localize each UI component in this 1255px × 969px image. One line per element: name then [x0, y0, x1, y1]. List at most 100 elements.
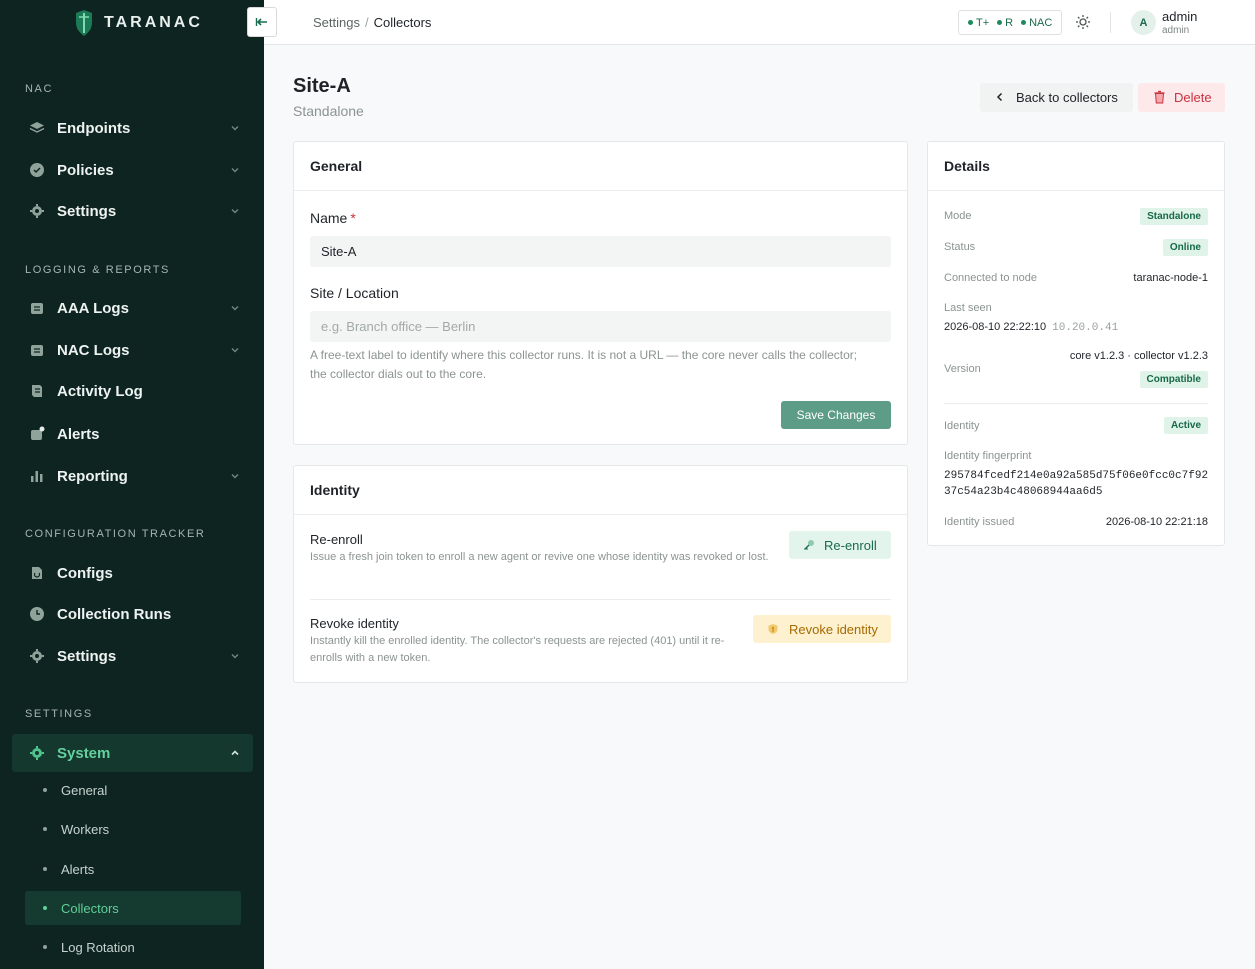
save-changes-button[interactable]: Save Changes	[781, 401, 891, 429]
sidebar-item-label: Policies	[57, 161, 114, 179]
site-field-label: Site / Location	[310, 285, 399, 301]
reenroll-title: Re-enroll	[310, 532, 363, 547]
sidebar-item-activity-log[interactable]: Activity Log	[12, 372, 253, 410]
node-value: taranac-node-1	[1133, 272, 1208, 284]
key-icon	[804, 540, 814, 550]
node-label: Connected to node	[944, 272, 1037, 284]
sidebar-item-configs[interactable]: Configs	[12, 554, 253, 592]
version-label: Version	[944, 363, 981, 375]
file-icon	[29, 565, 45, 581]
revoke-identity-button[interactable]: Revoke identity	[753, 615, 891, 643]
sidebar-item-alerts[interactable]: Alerts	[12, 415, 253, 453]
identity-badge: Active	[1163, 417, 1208, 434]
scroll-icon	[29, 383, 45, 399]
sidebar-item-collection-runs[interactable]: Collection Runs	[12, 595, 253, 633]
chevron-down-icon	[231, 306, 239, 311]
bar-chart-icon	[29, 468, 45, 484]
general-card: General Name* Site / Location A free-tex…	[293, 141, 908, 445]
breadcrumb-settings[interactable]: Settings	[313, 15, 360, 30]
topbar-divider	[1110, 12, 1111, 33]
sidebar-item-label: Settings	[57, 202, 117, 220]
status-nac: NAC	[1021, 17, 1052, 29]
delete-button[interactable]: Delete	[1138, 83, 1225, 112]
sidebar-item-label: Settings	[57, 647, 117, 665]
shield-logo-icon	[76, 10, 92, 36]
site-location-input[interactable]	[310, 311, 891, 342]
issued-label: Identity issued	[944, 516, 1015, 528]
name-input[interactable]	[310, 236, 891, 267]
clock-icon	[29, 606, 45, 622]
sidebar-subitem-collectors[interactable]: Collectors	[25, 891, 241, 925]
name-field-label: Name *	[310, 210, 356, 226]
gear-icon	[29, 203, 45, 219]
row-divider	[310, 599, 891, 600]
sidebar-item-system[interactable]: System	[12, 734, 253, 772]
details-card: Details Mode Standalone Status Online Co…	[927, 141, 1225, 546]
last-seen-label: Last seen	[944, 302, 992, 314]
status-tplus: T+	[968, 17, 989, 29]
sidebar-item-nac-logs[interactable]: NAC Logs	[12, 331, 253, 369]
fingerprint-line-1: 295784fcedf214e0a92a585d75f06e0fcc0c7f92	[944, 470, 1209, 482]
chevron-down-icon	[231, 654, 239, 659]
sidebar-item-policies[interactable]: Policies	[12, 151, 253, 189]
sidebar-item-reporting[interactable]: Reporting	[12, 457, 253, 495]
sidebar-subitem-log-rotation[interactable]: Log Rotation	[25, 930, 241, 964]
revoke-description: Instantly kill the enrolled identity. Th…	[310, 635, 725, 664]
version-value: core v1.2.3 · collector v1.2.3	[1069, 350, 1208, 362]
reenroll-description: Issue a fresh join token to enroll a new…	[310, 551, 769, 563]
fingerprint-label: Identity fingerprint	[944, 450, 1032, 462]
identity-card: Identity Re-enroll Issue a fresh join to…	[293, 465, 908, 683]
fingerprint-line-2: 37c54a23b4c48068944aa6d5	[944, 486, 1103, 498]
last-seen-value: 2026-08-10 22:22:10 10.20.0.41	[944, 321, 1119, 334]
revoke-button-label: Revoke identity	[789, 621, 878, 637]
status-label: Status	[944, 241, 976, 253]
topbar: Settings / Collectors T+ R NAC A admin adm…	[264, 0, 1255, 45]
section-label-config-tracker: CONFIGURATION TRACKER	[25, 528, 206, 540]
chevron-down-icon	[231, 209, 239, 214]
sidebar-item-nac-settings[interactable]: Settings	[12, 192, 253, 230]
mode-badge: Standalone	[1140, 208, 1208, 225]
back-to-collectors-button[interactable]: Back to collectors	[980, 83, 1133, 112]
reenroll-button[interactable]: Re-enroll	[789, 531, 891, 559]
breadcrumb-separator: /	[364, 15, 369, 30]
page-title: Site-A	[293, 75, 351, 97]
user-name[interactable]: admin	[1162, 9, 1197, 24]
last-seen-ip: 10.20.0.41	[1052, 322, 1119, 334]
sidebar-item-label: AAA Logs	[57, 299, 129, 317]
gear-icon	[29, 745, 45, 761]
sidebar-item-label: Reporting	[57, 467, 128, 485]
sidebar: TARANAC NAC Endpoints Policies Settings …	[0, 0, 264, 969]
details-divider	[944, 403, 1208, 404]
chevron-down-icon	[231, 348, 239, 353]
avatar[interactable]: A	[1131, 10, 1156, 35]
collapse-sidebar-button[interactable]	[247, 7, 277, 37]
sidebar-subitem-general[interactable]: General	[25, 773, 241, 807]
status-r: R	[997, 17, 1013, 29]
sidebar-item-label: Collection Runs	[57, 605, 172, 623]
site-help-text: A free-text label to identify where this…	[310, 348, 858, 381]
brand: TARANAC	[0, 0, 264, 46]
sidebar-item-config-settings[interactable]: Settings	[12, 637, 253, 675]
layers-icon	[29, 120, 45, 136]
required-marker: *	[350, 210, 356, 226]
sidebar-item-label: System	[57, 744, 111, 762]
sidebar-item-aaa-logs[interactable]: AAA Logs	[12, 289, 253, 327]
status-badge: Online	[1162, 239, 1208, 256]
service-status-pill[interactable]: T+ R NAC	[958, 10, 1063, 35]
user-role: admin	[1162, 25, 1190, 36]
identity-card-title: Identity	[294, 466, 907, 515]
compatibility-badge: Compatible	[1139, 371, 1208, 388]
sidebar-subitem-workers[interactable]: Workers	[25, 812, 241, 846]
sidebar-item-label: Alerts	[57, 425, 100, 443]
sidebar-subitem-alerts[interactable]: Alerts	[25, 852, 241, 886]
sidebar-item-label: NAC Logs	[57, 341, 130, 359]
sidebar-item-label: Endpoints	[57, 119, 131, 137]
sidebar-item-label: Activity Log	[57, 382, 143, 400]
chevron-left-icon	[996, 92, 1003, 102]
section-label-settings: SETTINGS	[25, 708, 93, 720]
sidebar-item-endpoints[interactable]: Endpoints	[12, 109, 253, 147]
sun-icon[interactable]	[1075, 14, 1091, 30]
calendar-icon	[29, 342, 45, 358]
back-button-label: Back to collectors	[1016, 90, 1118, 105]
identity-label: Identity	[944, 420, 980, 432]
